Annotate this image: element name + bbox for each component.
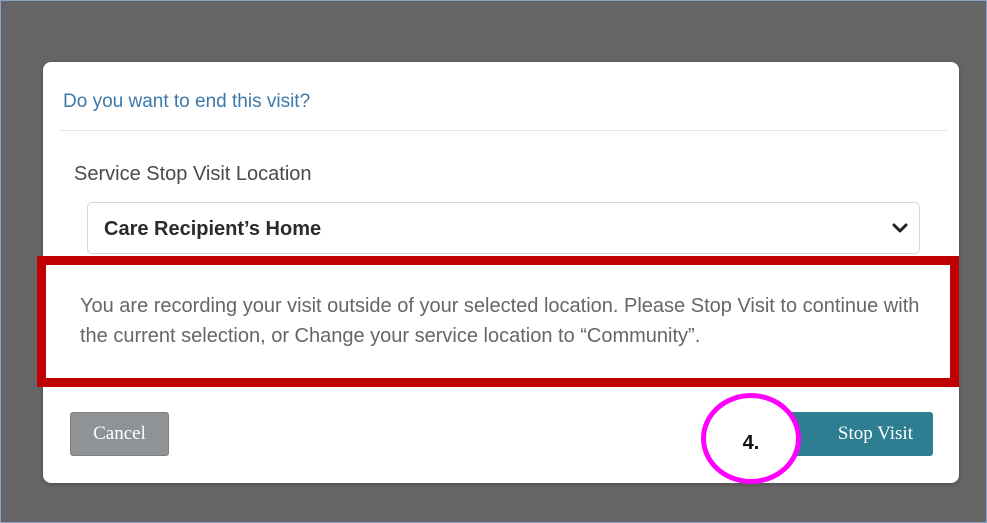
location-warning-box: You are recording your visit outside of … xyxy=(37,256,959,387)
dialog-title: Do you want to end this visit? xyxy=(63,91,311,112)
end-visit-dialog: Do you want to end this visit? Service S… xyxy=(37,62,959,484)
service-location-select[interactable]: Care Recipient’s Home xyxy=(87,202,920,254)
service-location-label: Service Stop Visit Location xyxy=(74,163,312,185)
selected-location-value: Care Recipient’s Home xyxy=(104,218,322,240)
location-warning-message: You are recording your visit outside of … xyxy=(80,295,920,347)
step-number: 4. xyxy=(742,432,760,454)
step-annotation-circle: 4. xyxy=(701,393,801,484)
title-divider xyxy=(59,130,947,131)
modal-backdrop: Do you want to end this visit? Service S… xyxy=(0,0,987,523)
chevron-down-icon xyxy=(892,223,908,233)
cancel-button[interactable]: Cancel xyxy=(70,412,169,456)
